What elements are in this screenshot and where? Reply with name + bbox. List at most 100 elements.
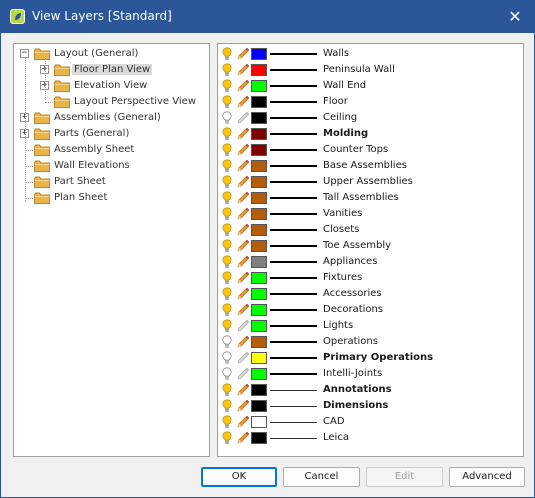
line-style-sample[interactable] bbox=[270, 133, 317, 135]
pencil-icon[interactable] bbox=[236, 287, 250, 301]
pencil-icon[interactable] bbox=[236, 191, 250, 205]
pencil-icon[interactable] bbox=[236, 63, 250, 77]
pencil-icon[interactable] bbox=[236, 79, 250, 93]
layer-color-swatch[interactable] bbox=[251, 256, 267, 268]
line-style-sample[interactable] bbox=[270, 373, 317, 375]
line-style-sample[interactable] bbox=[270, 101, 317, 103]
line-style-sample[interactable] bbox=[270, 261, 317, 263]
layer-row[interactable]: Wall End bbox=[218, 78, 523, 94]
line-style-sample[interactable] bbox=[270, 277, 317, 279]
pencil-icon[interactable] bbox=[236, 159, 250, 173]
layer-color-swatch[interactable] bbox=[251, 288, 267, 300]
pencil-icon[interactable] bbox=[236, 255, 250, 269]
line-style-sample[interactable] bbox=[270, 245, 317, 247]
layer-color-swatch[interactable] bbox=[251, 240, 267, 252]
lightbulb-off-icon[interactable] bbox=[222, 367, 232, 381]
tree-item[interactable]: − Layout (General) bbox=[14, 46, 209, 62]
lightbulb-on-icon[interactable] bbox=[222, 383, 232, 397]
pencil-icon[interactable] bbox=[236, 415, 250, 429]
advanced-button[interactable]: Advanced bbox=[449, 467, 525, 487]
line-style-sample[interactable] bbox=[270, 309, 317, 311]
line-style-sample[interactable] bbox=[270, 438, 317, 439]
tree-item[interactable]: + Parts (General) bbox=[14, 126, 209, 142]
layer-color-swatch[interactable] bbox=[251, 160, 267, 172]
edit-button[interactable]: Edit bbox=[366, 467, 443, 487]
pencil-icon[interactable] bbox=[236, 95, 250, 109]
layer-row[interactable]: Floor bbox=[218, 94, 523, 110]
layer-color-swatch[interactable] bbox=[251, 352, 267, 364]
layer-color-swatch[interactable] bbox=[251, 400, 267, 412]
layer-row[interactable]: Annotations bbox=[218, 382, 523, 398]
tree-item[interactable]: Assembly Sheet bbox=[14, 142, 209, 158]
line-style-sample[interactable] bbox=[270, 406, 317, 407]
lightbulb-off-icon[interactable] bbox=[222, 111, 232, 125]
layer-color-swatch[interactable] bbox=[251, 384, 267, 396]
layer-color-swatch[interactable] bbox=[251, 96, 267, 108]
layer-color-swatch[interactable] bbox=[251, 368, 267, 380]
layer-row[interactable]: Molding bbox=[218, 126, 523, 142]
layer-row[interactable]: Primary Operations bbox=[218, 350, 523, 366]
tree-item[interactable]: + Assemblies (General) bbox=[14, 110, 209, 126]
lightbulb-on-icon[interactable] bbox=[222, 207, 232, 221]
line-style-sample[interactable] bbox=[270, 149, 317, 151]
layer-color-swatch[interactable] bbox=[251, 416, 267, 428]
pencil-icon[interactable] bbox=[236, 431, 250, 445]
lightbulb-on-icon[interactable] bbox=[222, 63, 232, 77]
pencil-icon[interactable] bbox=[236, 399, 250, 413]
pencil-icon[interactable] bbox=[236, 223, 250, 237]
lightbulb-on-icon[interactable] bbox=[222, 95, 232, 109]
layer-row[interactable]: Walls bbox=[218, 46, 523, 62]
pencil-icon[interactable] bbox=[236, 175, 250, 189]
layer-color-swatch[interactable] bbox=[251, 80, 267, 92]
tree-item[interactable]: + Floor Plan View bbox=[14, 62, 209, 78]
layer-row[interactable]: Base Assemblies bbox=[218, 158, 523, 174]
pencil-icon[interactable] bbox=[236, 127, 250, 141]
lightbulb-on-icon[interactable] bbox=[222, 79, 232, 93]
pencil-disabled-icon[interactable] bbox=[236, 367, 250, 381]
lightbulb-on-icon[interactable] bbox=[222, 191, 232, 205]
ok-button[interactable]: OK bbox=[201, 467, 277, 487]
layer-row[interactable]: Appliances bbox=[218, 254, 523, 270]
pencil-icon[interactable] bbox=[236, 239, 250, 253]
layer-color-swatch[interactable] bbox=[251, 432, 267, 444]
layer-row[interactable]: Decorations bbox=[218, 302, 523, 318]
layer-row[interactable]: Lights bbox=[218, 318, 523, 334]
layer-row[interactable]: Tall Assemblies bbox=[218, 190, 523, 206]
line-style-sample[interactable] bbox=[270, 181, 317, 183]
layer-row[interactable]: Ceiling bbox=[218, 110, 523, 126]
line-style-sample[interactable] bbox=[270, 422, 317, 423]
line-style-sample[interactable] bbox=[270, 53, 317, 55]
lightbulb-on-icon[interactable] bbox=[222, 255, 232, 269]
line-style-sample[interactable] bbox=[270, 229, 317, 231]
lightbulb-on-icon[interactable] bbox=[222, 239, 232, 253]
layer-color-swatch[interactable] bbox=[251, 48, 267, 60]
pencil-icon[interactable] bbox=[236, 383, 250, 397]
line-style-sample[interactable] bbox=[270, 390, 317, 391]
tree-item[interactable]: Wall Elevations bbox=[14, 158, 209, 174]
pencil-icon[interactable] bbox=[236, 303, 250, 317]
tree-item[interactable]: Plan Sheet bbox=[14, 190, 209, 206]
layer-row[interactable]: Toe Assembly bbox=[218, 238, 523, 254]
line-style-sample[interactable] bbox=[270, 341, 317, 343]
lightbulb-on-icon[interactable] bbox=[222, 175, 232, 189]
layer-color-swatch[interactable] bbox=[251, 128, 267, 140]
layer-color-swatch[interactable] bbox=[251, 176, 267, 188]
pencil-disabled-icon[interactable] bbox=[236, 319, 250, 333]
close-button[interactable]: ✕ bbox=[502, 5, 528, 29]
lightbulb-on-icon[interactable] bbox=[222, 431, 232, 445]
pencil-icon[interactable] bbox=[236, 47, 250, 61]
line-style-sample[interactable] bbox=[270, 85, 317, 87]
line-style-sample[interactable] bbox=[270, 357, 317, 359]
lightbulb-on-icon[interactable] bbox=[222, 319, 232, 333]
layer-row[interactable]: Accessories bbox=[218, 286, 523, 302]
layer-color-swatch[interactable] bbox=[251, 336, 267, 348]
lightbulb-on-icon[interactable] bbox=[222, 47, 232, 61]
tree-item[interactable]: Layout Perspective View bbox=[14, 94, 209, 110]
layer-color-swatch[interactable] bbox=[251, 144, 267, 156]
layer-list[interactable]: Walls Peninsula Wall Wall End Floor Ceiling M… bbox=[217, 43, 524, 457]
view-tree[interactable]: − Layout (General) + Floor Plan View + Elevat… bbox=[13, 43, 210, 457]
layer-row[interactable]: Intelli-Joints bbox=[218, 366, 523, 382]
lightbulb-on-icon[interactable] bbox=[222, 271, 232, 285]
pencil-icon[interactable] bbox=[236, 271, 250, 285]
layer-color-swatch[interactable] bbox=[251, 320, 267, 332]
